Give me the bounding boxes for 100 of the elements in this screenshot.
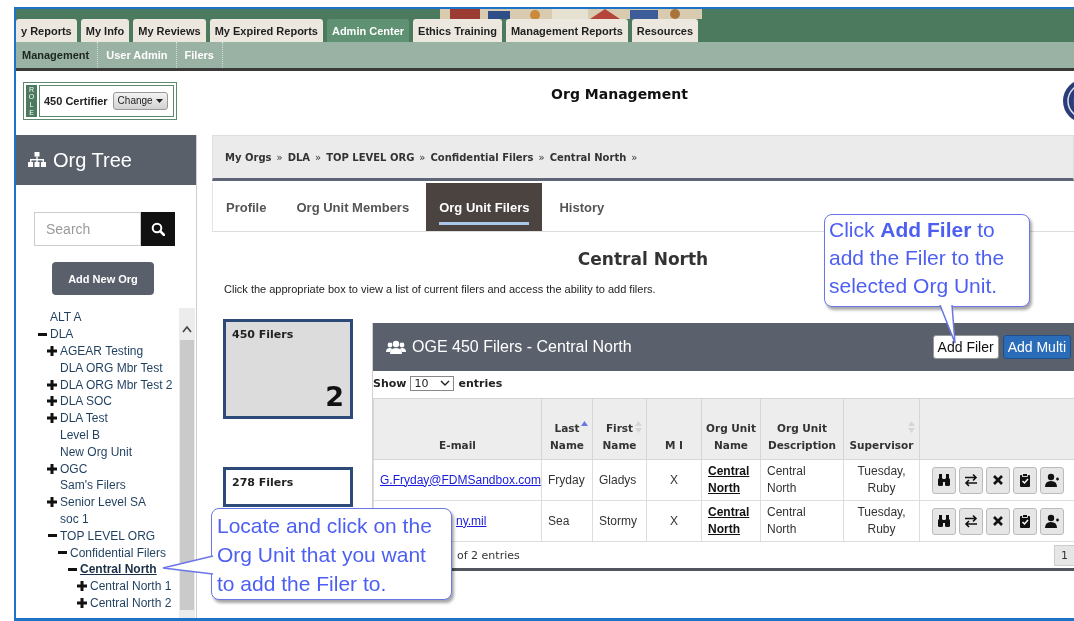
change-button[interactable]: Change: [112, 91, 168, 110]
action-button[interactable]: [931, 466, 956, 494]
nav-tab[interactable]: y Reports: [16, 19, 77, 42]
card-count: 2: [325, 381, 344, 412]
tree-item[interactable]: DLA Test: [60, 411, 108, 426]
column-header[interactable]: Supervisor: [843, 398, 920, 460]
breadcrumb-separator: »: [419, 151, 426, 163]
column-header[interactable]: First Name: [592, 398, 647, 460]
subnav-tab[interactable]: Management: [16, 42, 99, 68]
page-title: Org Management: [550, 85, 689, 102]
plus-icon[interactable]: [47, 497, 57, 508]
nav-tab[interactable]: Ethics Training: [413, 19, 502, 42]
card-label: 278 Filers: [232, 476, 295, 489]
search-field[interactable]: Search: [34, 212, 141, 246]
page-button[interactable]: 1: [1054, 544, 1074, 566]
tab[interactable]: Profile: [213, 183, 280, 231]
table-cell: Tuesday, Ruby: [843, 459, 920, 501]
search-button[interactable]: [141, 212, 175, 246]
table-cell: Stormy: [592, 500, 647, 542]
tree-item[interactable]: OGC: [60, 461, 88, 476]
action-button[interactable]: [1012, 507, 1037, 535]
clipboard-check-icon: [1017, 514, 1032, 528]
tree-item[interactable]: Central North 1: [90, 579, 172, 594]
tree-item[interactable]: Confidential Filers: [70, 545, 167, 560]
tree-item[interactable]: Central North: [80, 562, 157, 577]
column-header[interactable]: M I: [646, 398, 702, 460]
tree-item[interactable]: AGEAR Testing: [60, 344, 144, 358]
plus-icon[interactable]: [47, 413, 57, 424]
nav-tab[interactable]: Resources: [631, 19, 699, 42]
breadcrumb-link[interactable]: Confidential Filers: [430, 151, 534, 163]
breadcrumb-link[interactable]: TOP LEVEL ORG: [326, 151, 415, 163]
filer-card[interactable]: 450 Filers 2: [223, 319, 353, 419]
table-cell: Tuesday, Ruby: [843, 500, 920, 542]
filer-card[interactable]: 278 Filers: [223, 467, 353, 507]
table-cell: X: [646, 500, 702, 542]
panel-button[interactable]: Add Multi: [1002, 335, 1071, 359]
breadcrumb-link[interactable]: DLA: [287, 151, 311, 163]
nav-tab[interactable]: My Expired Reports: [209, 19, 323, 42]
add-org-button[interactable]: Add New Org: [52, 262, 154, 295]
column-header[interactable]: E-mail: [373, 398, 542, 460]
table-cell: Fryday: [541, 459, 593, 501]
section-heading: Central North: [577, 249, 709, 269]
tree-item[interactable]: Level B: [60, 427, 101, 442]
user-plus-icon: [1044, 473, 1059, 487]
action-button[interactable]: [1039, 466, 1064, 494]
plus-icon[interactable]: [77, 597, 87, 608]
users-icon: [386, 340, 406, 354]
plus-icon[interactable]: [47, 463, 57, 474]
table-cell: X: [646, 459, 702, 501]
breadcrumb-separator: »: [538, 151, 545, 163]
nav-tab[interactable]: My Reviews: [133, 19, 206, 42]
instructions-text: Click the appropriate box to view a list of current filers and access the ability to add filers.: [224, 283, 656, 295]
close-icon: [990, 514, 1005, 528]
user-plus-icon: [1044, 514, 1059, 528]
search-icon: [151, 222, 165, 236]
column-header[interactable]: Last Name: [541, 398, 593, 460]
action-button[interactable]: [1012, 466, 1037, 494]
tree-item[interactable]: Sam's Filers: [60, 478, 126, 493]
breadcrumb-link[interactable]: Central North: [549, 151, 627, 163]
action-button[interactable]: [985, 507, 1010, 535]
nav-tab[interactable]: My Info: [80, 19, 130, 42]
callout-tooltip: Locate and click on the Org Unit that you want to add the Filer to.: [211, 508, 452, 600]
column-header[interactable]: Org Unit Name: [701, 398, 761, 460]
tree-item[interactable]: TOP LEVEL ORG: [60, 528, 156, 543]
tree-item[interactable]: DLA: [50, 327, 74, 342]
plus-icon[interactable]: [47, 379, 57, 390]
action-button[interactable]: [958, 507, 983, 535]
table-info: of 2 entries: [457, 548, 520, 562]
plus-icon[interactable]: [47, 396, 57, 407]
tab[interactable]: Org Unit Filers: [426, 183, 543, 231]
tree-item[interactable]: Senior Level SA: [60, 495, 147, 510]
email-link[interactable]: ny.mil: [456, 513, 487, 528]
plus-icon[interactable]: [77, 581, 87, 592]
plus-icon[interactable]: [47, 346, 57, 356]
breadcrumb-separator: »: [276, 151, 283, 163]
tree-item[interactable]: DLA ORG Mbr Test 2: [60, 377, 173, 392]
nav-tab[interactable]: Management Reports: [505, 19, 628, 42]
breadcrumb-link[interactable]: My Orgs: [225, 151, 272, 163]
tree-item[interactable]: New Org Unit: [60, 444, 133, 459]
nav-tab[interactable]: Admin Center: [326, 19, 410, 42]
column-header[interactable]: Org Unit Description: [760, 398, 844, 460]
entries-select[interactable]: 10: [410, 375, 455, 391]
scrollbar[interactable]: [179, 308, 195, 618]
tree-item[interactable]: DLA ORG Mbr Test: [60, 360, 163, 375]
role-name: 450 Certifier: [44, 94, 108, 107]
tree-item[interactable]: Central North 2: [90, 595, 172, 610]
tree-item[interactable]: DLA SOC: [60, 394, 113, 409]
breadcrumb-separator: »: [631, 151, 638, 163]
table-cell: Central North: [760, 500, 844, 542]
close-icon: [990, 473, 1005, 487]
tab[interactable]: Org Unit Members: [283, 183, 423, 231]
tab[interactable]: History: [546, 183, 618, 231]
action-button[interactable]: [985, 466, 1010, 494]
action-button[interactable]: [1039, 507, 1064, 535]
tree-item[interactable]: soc 1: [60, 511, 89, 526]
card-label: 450 Filers: [232, 328, 295, 341]
action-button[interactable]: [931, 507, 956, 535]
binoculars-icon: [936, 514, 951, 528]
tree-item[interactable]: ALT A: [50, 310, 82, 325]
action-button[interactable]: [958, 466, 983, 494]
